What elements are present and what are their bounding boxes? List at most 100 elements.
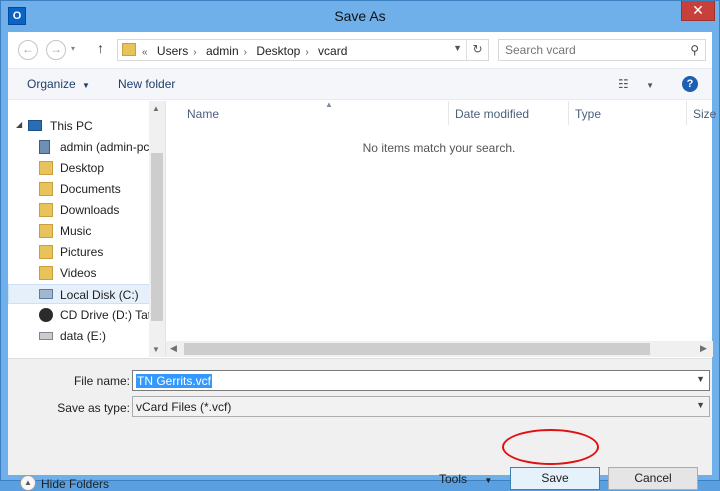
view-options-button[interactable]: ☷ ▼: [618, 77, 654, 91]
chevron-down-icon[interactable]: ▼: [696, 374, 705, 384]
sidebar-item-desktop[interactable]: Desktop: [8, 158, 152, 178]
folder-icon: [39, 245, 53, 259]
horizontal-scrollbar[interactable]: ◀ ▶: [166, 341, 713, 357]
navigation-bar: ← → ▾ ↑ « Users › admin › Desktop › vcard ▼…: [8, 32, 712, 68]
search-box[interactable]: ⚲: [498, 39, 706, 61]
drive-icon: [39, 332, 53, 340]
disk-icon: [39, 289, 53, 299]
scroll-right-icon[interactable]: ▶: [700, 343, 707, 354]
folder-icon: [39, 182, 53, 196]
sidebar-item-videos[interactable]: Videos: [8, 263, 152, 283]
sidebar-item-data-drive[interactable]: data (E:): [8, 326, 152, 346]
sort-up-icon: ▲: [325, 100, 333, 109]
sidebar-item-documents[interactable]: Documents: [8, 179, 152, 199]
chevron-right-icon[interactable]: ›: [244, 47, 247, 58]
column-name[interactable]: ▲ Name: [181, 100, 449, 125]
scroll-left-icon[interactable]: ◀: [170, 343, 177, 354]
scrollbar-thumb[interactable]: [151, 153, 163, 321]
help-button[interactable]: ?: [682, 76, 698, 92]
sidebar-item-label: Downloads: [60, 203, 120, 217]
save-options-panel: File name: TN Gerrits.vcf ▼ Save as type…: [8, 358, 712, 491]
sidebar-item-label: CD Drive (D:) Tat: [60, 308, 152, 322]
sidebar-item-cd-drive[interactable]: CD Drive (D:) Tat: [8, 305, 152, 325]
back-button[interactable]: ←: [18, 40, 38, 60]
hide-folders-label: Hide Folders: [41, 477, 110, 491]
file-list[interactable]: ▲ Name Date modified Type Size No items …: [165, 100, 716, 357]
forward-button[interactable]: →: [46, 40, 66, 60]
breadcrumb-desktop[interactable]: Desktop: [256, 44, 300, 58]
save-button[interactable]: Save: [510, 467, 600, 490]
organize-label: Organize: [27, 77, 76, 91]
sidebar-item-admin[interactable]: admin (admin-pc: [8, 137, 152, 157]
sidebar-item-label: This PC: [50, 119, 93, 133]
cancel-button[interactable]: Cancel: [608, 467, 698, 490]
network-drive-icon: [39, 140, 50, 154]
scroll-up-icon[interactable]: ▲: [152, 104, 160, 113]
window-title: Save As: [334, 8, 386, 24]
chevron-down-icon[interactable]: ▼: [453, 43, 462, 53]
command-bar: Organize ▼ New folder ☷ ▼ ?: [8, 68, 712, 100]
scroll-down-icon[interactable]: ▼: [152, 345, 160, 354]
save-type-label: Save as type:: [57, 401, 130, 415]
sidebar-scrollbar[interactable]: ▲ ▼: [149, 101, 165, 357]
close-button[interactable]: ✕: [681, 1, 715, 21]
sidebar-item-label: Local Disk (C:): [60, 288, 139, 302]
sidebar-item-music[interactable]: Music: [8, 221, 152, 241]
scrollbar-thumb[interactable]: [184, 343, 650, 355]
refresh-button[interactable]: ↻: [466, 40, 488, 60]
tools-label: Tools: [439, 472, 468, 486]
navigation-pane[interactable]: ◢ This PC admin (admin-pc Desktop Docume…: [8, 101, 165, 357]
sidebar-item-label: Pictures: [60, 245, 104, 259]
sidebar-item-label: Desktop: [60, 161, 105, 175]
sidebar-item-label: admin (admin-pc: [60, 140, 150, 154]
column-type[interactable]: Type: [569, 101, 687, 125]
cd-icon: [39, 308, 53, 322]
folder-icon: [122, 43, 136, 56]
column-label: Name: [187, 107, 220, 121]
breadcrumb: « Users › admin › Desktop › vcard: [142, 44, 352, 58]
address-bar[interactable]: « Users › admin › Desktop › vcard ▼ ↻: [117, 39, 489, 61]
view-list-icon: ☷: [618, 77, 629, 91]
column-size[interactable]: Size: [687, 101, 716, 125]
chevron-right-icon[interactable]: ›: [305, 47, 308, 58]
folder-icon: [39, 266, 53, 280]
file-name-value[interactable]: TN Gerrits.vcf: [136, 374, 212, 388]
overflow-icon[interactable]: «: [142, 47, 148, 58]
chevron-down-icon: ▼: [646, 81, 655, 90]
breadcrumb-admin[interactable]: admin: [206, 44, 239, 58]
title-bar[interactable]: O Save As ✕: [1, 1, 719, 32]
computer-icon: [28, 120, 42, 131]
file-name-label: File name:: [73, 374, 130, 388]
organize-menu[interactable]: Organize ▼: [27, 77, 90, 91]
column-date-modified[interactable]: Date modified: [449, 101, 569, 125]
sidebar-item-pictures[interactable]: Pictures: [8, 242, 152, 262]
chevron-down-icon[interactable]: ◢: [16, 120, 22, 129]
sidebar-item-label: data (E:): [60, 329, 107, 343]
search-input[interactable]: [505, 43, 675, 57]
sidebar-item-downloads[interactable]: Downloads: [8, 200, 152, 220]
sidebar-item-label: Videos: [60, 266, 97, 280]
save-type-select[interactable]: vCard Files (*.vcf) ▼: [132, 396, 710, 417]
save-type-value: vCard Files (*.vcf): [136, 400, 232, 414]
dialog-body: ← → ▾ ↑ « Users › admin › Desktop › vcard ▼…: [8, 32, 716, 491]
recent-locations-icon[interactable]: ▾: [71, 44, 75, 53]
highlight-ring: [502, 429, 599, 465]
breadcrumb-users[interactable]: Users: [157, 44, 188, 58]
sidebar-item-local-disk[interactable]: Local Disk (C:): [8, 284, 152, 304]
up-button[interactable]: ↑: [97, 40, 104, 56]
chevron-up-icon: ▲: [20, 475, 36, 491]
breadcrumb-vcard[interactable]: vcard: [318, 44, 347, 58]
tools-menu[interactable]: Tools ▼: [439, 472, 492, 486]
chevron-down-icon[interactable]: ▼: [696, 400, 705, 410]
empty-message: No items match your search.: [362, 141, 516, 155]
save-as-dialog: O Save As ✕ ← → ▾ ↑ « Users › admin › Desk…: [0, 0, 720, 491]
sidebar-item-this-pc[interactable]: ◢ This PC: [8, 116, 152, 136]
folder-icon: [39, 203, 53, 217]
chevron-down-icon: ▼: [82, 81, 90, 90]
folder-icon: [39, 161, 53, 175]
new-folder-button[interactable]: New folder: [118, 77, 175, 91]
chevron-right-icon[interactable]: ›: [193, 47, 196, 58]
file-name-field[interactable]: TN Gerrits.vcf ▼: [132, 370, 710, 391]
sidebar-item-label: Music: [60, 224, 92, 238]
search-icon[interactable]: ⚲: [690, 43, 699, 57]
